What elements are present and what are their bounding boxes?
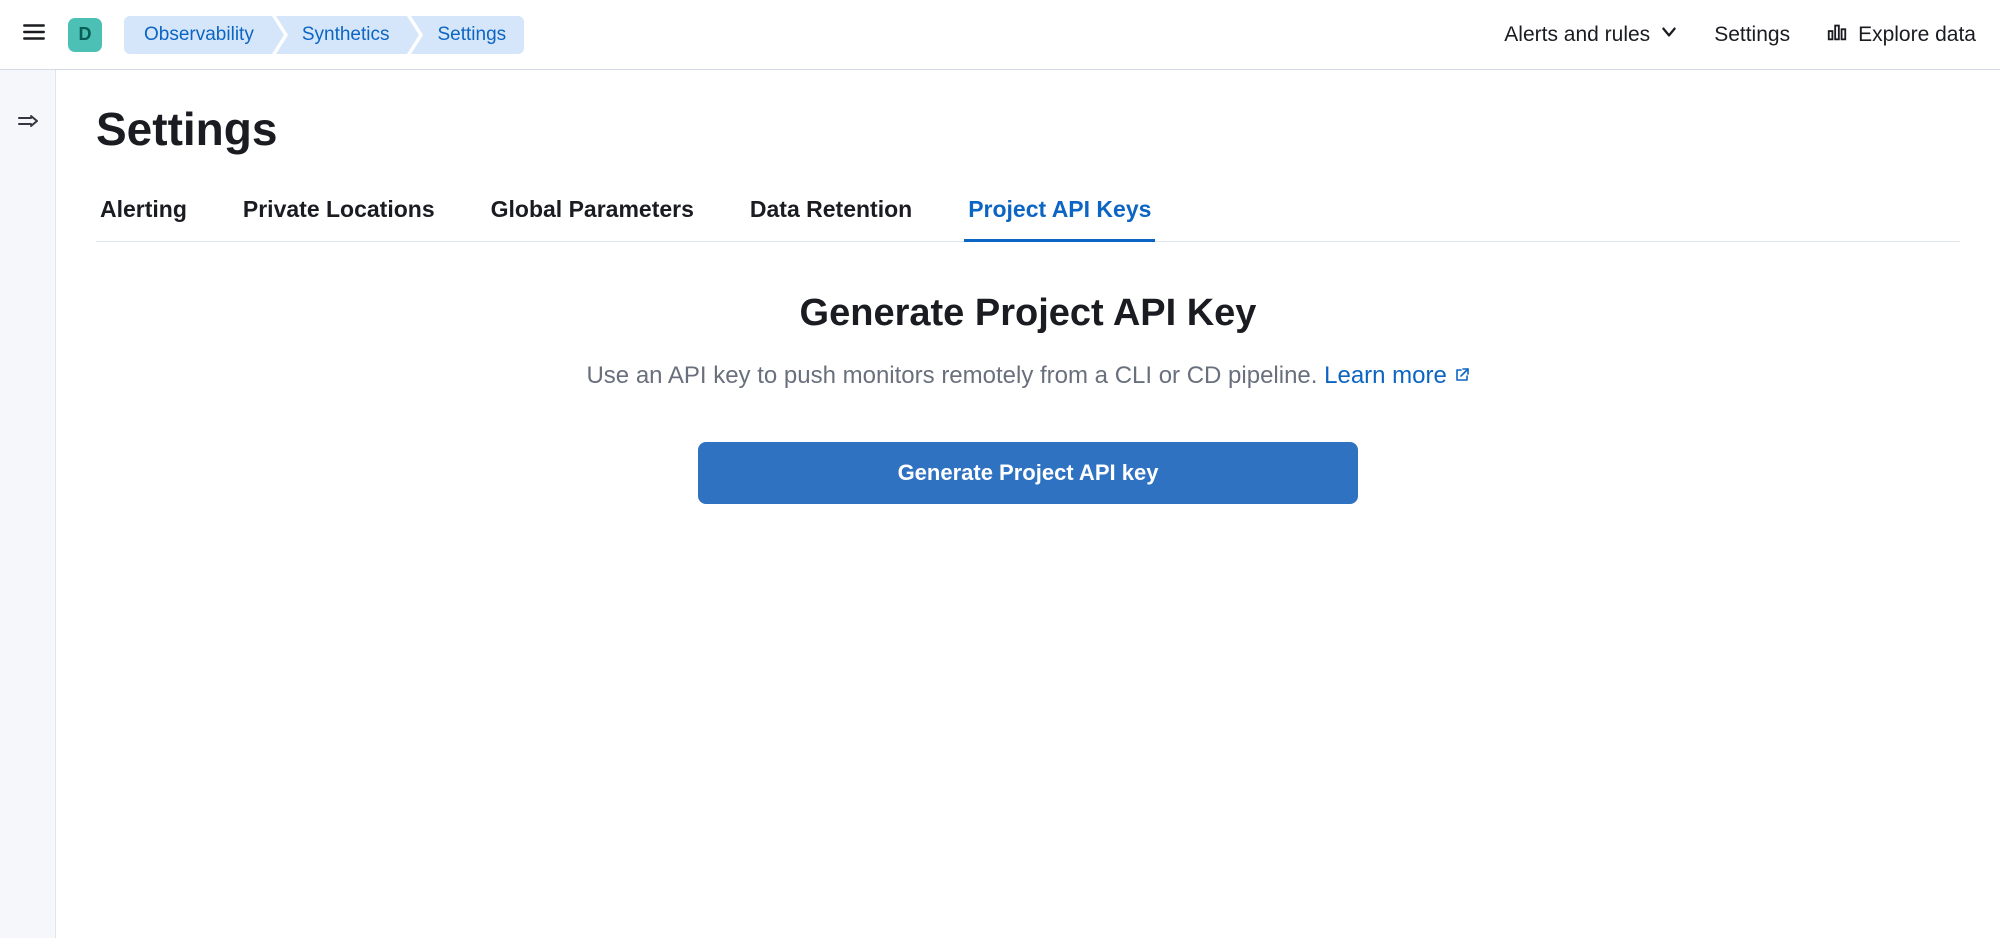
breadcrumb-settings[interactable]: Settings <box>411 16 524 54</box>
settings-link-label: Settings <box>1714 23 1790 47</box>
alerts-label: Alerts and rules <box>1504 23 1650 47</box>
breadcrumb-synthetics[interactable]: Synthetics <box>276 16 408 54</box>
settings-tabs: Alerting Private Locations Global Parame… <box>96 188 1960 242</box>
top-bar-left: D Observability Synthetics Settings <box>16 16 528 54</box>
expand-arrow-icon <box>16 121 40 138</box>
chevron-down-icon <box>1660 23 1678 47</box>
visualize-icon <box>1826 21 1848 49</box>
panel-description: Use an API key to push monitors remotely… <box>538 357 1518 394</box>
top-bar: D Observability Synthetics Settings Aler… <box>0 0 2000 70</box>
generate-api-key-button[interactable]: Generate Project API key <box>698 442 1358 504</box>
alerts-and-rules-menu[interactable]: Alerts and rules <box>1504 23 1678 47</box>
space-avatar[interactable]: D <box>68 18 102 52</box>
hamburger-icon <box>21 19 47 50</box>
explore-link-label: Explore data <box>1858 23 1976 47</box>
breadcrumbs: Observability Synthetics Settings <box>124 16 528 54</box>
learn-more-link[interactable]: Learn more <box>1324 362 1469 389</box>
hamburger-menu-button[interactable] <box>16 17 52 53</box>
page-title: Settings <box>96 102 1960 156</box>
panel-heading: Generate Project API Key <box>538 292 1518 335</box>
expand-side-nav-button[interactable] <box>16 110 40 139</box>
panel-description-text: Use an API key to push monitors remotely… <box>586 362 1317 389</box>
explore-data-link[interactable]: Explore data <box>1826 21 1976 49</box>
project-api-keys-panel: Generate Project API Key Use an API key … <box>538 292 1518 504</box>
space-avatar-letter: D <box>79 24 92 45</box>
external-link-icon <box>1454 362 1470 389</box>
top-bar-right: Alerts and rules Settings Explore data <box>1504 21 1976 49</box>
collapsed-side-nav <box>0 70 56 938</box>
breadcrumb-observability[interactable]: Observability <box>124 16 272 54</box>
tab-data-retention[interactable]: Data Retention <box>746 188 916 241</box>
main-content: Settings Alerting Private Locations Glob… <box>56 70 2000 938</box>
settings-link[interactable]: Settings <box>1714 23 1790 47</box>
tab-alerting[interactable]: Alerting <box>96 188 191 241</box>
tab-project-api-keys[interactable]: Project API Keys <box>964 188 1155 241</box>
tab-private-locations[interactable]: Private Locations <box>239 188 439 241</box>
tab-global-parameters[interactable]: Global Parameters <box>487 188 698 241</box>
